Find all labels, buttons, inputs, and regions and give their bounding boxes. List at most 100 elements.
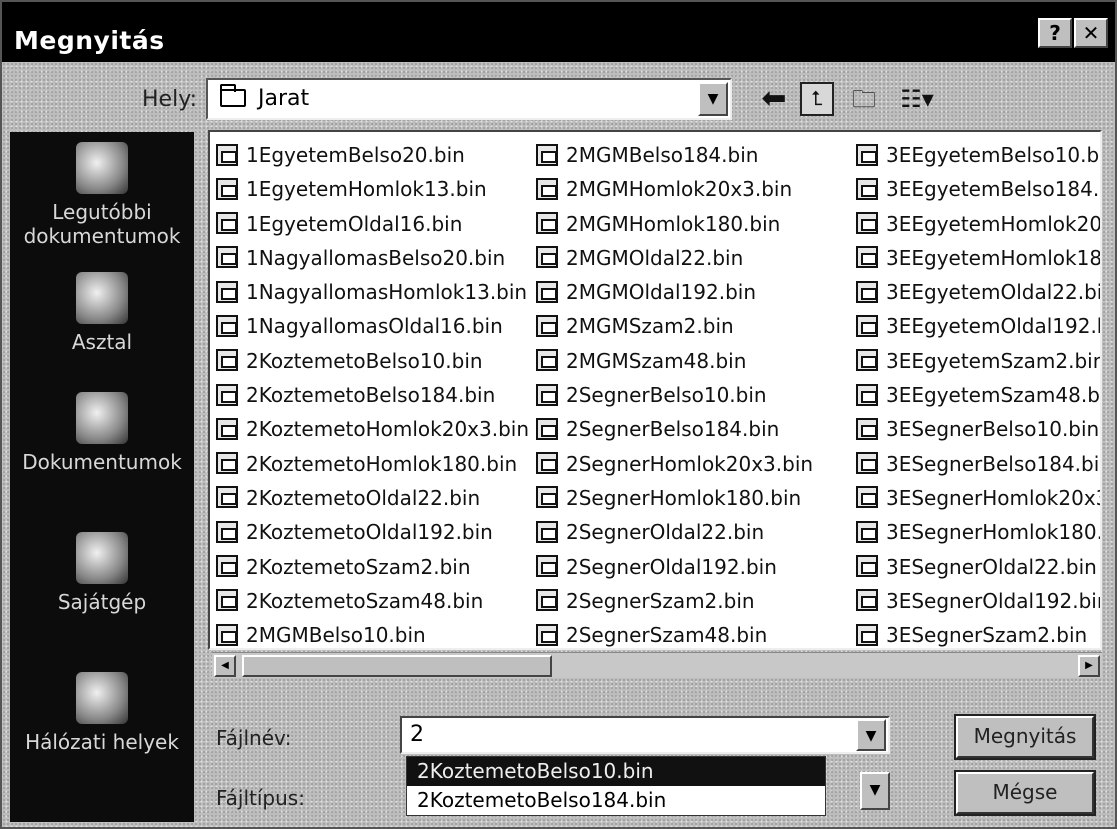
- file-item[interactable]: 2KoztemetoHomlok20x3.bin: [216, 414, 529, 448]
- place-desktop[interactable]: Asztal: [10, 272, 194, 354]
- bin-file-icon: [856, 417, 878, 440]
- places-bar: Legutóbbi dokumentumok Asztal Dokumentum…: [10, 132, 194, 822]
- file-name: 3ESegnerHomlok180.b: [886, 520, 1102, 545]
- place-network-places[interactable]: Hálózati helyek: [10, 672, 194, 754]
- horizontal-scrollbar[interactable]: ◀ ▶: [212, 652, 1102, 678]
- file-name: 2MGMBelso184.bin: [566, 143, 759, 167]
- bin-file-icon: [216, 417, 238, 440]
- new-folder-icon[interactable]: 🗀: [844, 82, 884, 116]
- place-my-computer[interactable]: Sajátgép: [10, 532, 194, 614]
- file-item[interactable]: 3ESegnerOldal22.bin: [856, 552, 1100, 586]
- file-item[interactable]: 1EgyetemOldal16.bin: [216, 209, 529, 243]
- file-item[interactable]: 2MGMSzam48.bin: [536, 346, 813, 380]
- file-item[interactable]: 3EEgyetemOldal22.bin: [856, 277, 1100, 311]
- scroll-thumb[interactable]: [242, 655, 552, 677]
- file-item[interactable]: 2SegnerBelso184.bin: [536, 414, 813, 448]
- file-item[interactable]: 1NagyallomasBelso20.bin: [216, 243, 529, 277]
- file-list[interactable]: 1EgyetemBelso20.bin 1EgyetemHomlok13.bin…: [208, 130, 1102, 650]
- back-arrow-icon[interactable]: ⬅: [754, 82, 794, 116]
- file-item[interactable]: 2KoztemetoBelso184.bin: [216, 380, 529, 414]
- file-item[interactable]: 3ESegnerHomlok20x3.: [856, 483, 1100, 517]
- file-item[interactable]: 3ESegnerOldal192.bin: [856, 586, 1100, 620]
- help-button[interactable]: ?: [1038, 18, 1072, 48]
- file-item[interactable]: 2MGMHomlok180.bin: [536, 209, 813, 243]
- file-name: 2SegnerSzam2.bin: [566, 588, 755, 613]
- chevron-down-icon[interactable]: ▼: [698, 82, 728, 116]
- file-name: 2SegnerHomlok20x3.bin: [566, 451, 814, 476]
- up-folder-icon[interactable]: ⮤: [800, 82, 834, 116]
- file-column: 2MGMBelso184.bin 2MGMHomlok20x3.bin 2MGM…: [536, 140, 813, 648]
- file-item[interactable]: 2MGMBelso10.bin: [216, 620, 529, 648]
- bin-file-icon: [536, 280, 558, 303]
- autocomplete-item[interactable]: 2KoztemetoBelso10.bin: [407, 757, 825, 786]
- views-menu-icon[interactable]: ☷▾: [894, 82, 940, 116]
- file-item[interactable]: 3EEgyetemSzam48.bin: [856, 380, 1100, 414]
- file-item[interactable]: 2KoztemetoSzam2.bin: [216, 552, 529, 586]
- file-item[interactable]: 3EEgyetemHomlok180: [856, 243, 1100, 277]
- file-item[interactable]: 2KoztemetoHomlok180.bin: [216, 449, 529, 483]
- file-item[interactable]: 2MGMOldal22.bin: [536, 243, 813, 277]
- file-item[interactable]: 2MGMHomlok20x3.bin: [536, 174, 813, 208]
- bin-file-icon: [536, 143, 558, 166]
- file-item[interactable]: 1NagyallomasOldal16.bin: [216, 311, 529, 345]
- look-in-dropdown[interactable]: Jarat ▼: [206, 78, 732, 120]
- scroll-right-icon[interactable]: ▶: [1078, 655, 1100, 677]
- bin-file-icon: [536, 486, 558, 509]
- file-item[interactable]: 3EEgyetemBelso10.bin: [856, 140, 1100, 174]
- file-item[interactable]: 2SegnerOldal22.bin: [536, 517, 813, 551]
- scroll-left-icon[interactable]: ◀: [214, 655, 236, 677]
- file-item[interactable]: 3ESegnerHomlok180.b: [856, 517, 1102, 551]
- bin-file-icon: [856, 314, 878, 337]
- file-item[interactable]: 2MGMOldal192.bin: [536, 277, 813, 311]
- file-item[interactable]: 2SegnerOldal192.bin: [536, 552, 813, 586]
- chevron-down-icon[interactable]: ▼: [856, 719, 886, 751]
- place-recent-documents[interactable]: Legutóbbi dokumentumok: [10, 142, 194, 248]
- file-item[interactable]: 1NagyallomasHomlok13.bin: [216, 277, 529, 311]
- file-name: 2SegnerOldal192.bin: [566, 554, 777, 579]
- file-item[interactable]: 3EEgyetemBelso184.b: [856, 174, 1100, 208]
- bin-file-icon: [216, 452, 238, 475]
- look-in-label: Hely:: [142, 87, 198, 112]
- file-item[interactable]: 2MGMBelso184.bin: [536, 140, 813, 174]
- file-item[interactable]: 1EgyetemHomlok13.bin: [216, 174, 529, 208]
- cancel-button[interactable]: Mégse: [954, 770, 1096, 816]
- filename-input[interactable]: 2 ▼: [400, 716, 890, 754]
- file-name: 3ESegnerBelso10.bin: [886, 417, 1100, 442]
- file-item[interactable]: 3EEgyetemSzam2.bin: [856, 346, 1100, 380]
- file-item[interactable]: 2SegnerSzam48.bin: [536, 620, 813, 648]
- look-in-value: Jarat: [258, 86, 310, 111]
- bin-file-icon: [536, 212, 558, 235]
- file-item[interactable]: 3ESegnerBelso10.bin: [856, 414, 1100, 448]
- file-item[interactable]: 2KoztemetoSzam48.bin: [216, 586, 529, 620]
- file-column: 3EEgyetemBelso10.bin 3EEgyetemBelso184.b…: [856, 140, 1102, 648]
- file-item[interactable]: 2SegnerSzam2.bin: [536, 586, 813, 620]
- file-item[interactable]: 2SegnerBelso10.bin: [536, 380, 813, 414]
- file-item[interactable]: 2KoztemetoOldal22.bin: [216, 483, 529, 517]
- file-name: 2MGMOldal22.bin: [566, 245, 744, 270]
- bin-file-icon: [536, 177, 558, 200]
- file-item[interactable]: 3EEgyetemHomlok20x: [856, 209, 1100, 243]
- file-item[interactable]: 2KoztemetoBelso10.bin: [216, 346, 529, 380]
- file-item[interactable]: 2SegnerHomlok20x3.bin: [536, 449, 813, 483]
- file-item[interactable]: 2KoztemetoOldal192.bin: [216, 517, 529, 551]
- autocomplete-list[interactable]: 2KoztemetoBelso10.bin 2KoztemetoBelso184…: [406, 756, 826, 816]
- bin-file-icon: [536, 314, 558, 337]
- filetype-dropdown-arrow[interactable]: ▼: [860, 772, 890, 810]
- file-item[interactable]: 3ESegnerBelso184.bin: [856, 449, 1100, 483]
- file-item[interactable]: 2SegnerHomlok180.bin: [536, 483, 813, 517]
- file-name: 2MGMSzam48.bin: [566, 348, 747, 373]
- file-item[interactable]: 1EgyetemBelso20.bin: [216, 140, 529, 174]
- bin-file-icon: [536, 417, 558, 440]
- bin-file-icon: [856, 623, 878, 646]
- file-item[interactable]: 3ESegnerSzam2.bin: [856, 620, 1100, 648]
- autocomplete-item[interactable]: 2KoztemetoBelso184.bin: [407, 786, 825, 815]
- file-item[interactable]: 2MGMSzam2.bin: [536, 311, 813, 345]
- close-button[interactable]: ✕: [1074, 18, 1108, 48]
- bin-file-icon: [536, 623, 558, 646]
- file-name: 2SegnerBelso184.bin: [566, 417, 780, 442]
- file-item[interactable]: 3EEgyetemOldal192.bi: [856, 311, 1100, 345]
- place-my-documents[interactable]: Dokumentumok: [10, 392, 194, 474]
- open-button[interactable]: Megnyitás: [954, 714, 1096, 760]
- bin-file-icon: [216, 383, 238, 406]
- bin-file-icon: [216, 246, 238, 269]
